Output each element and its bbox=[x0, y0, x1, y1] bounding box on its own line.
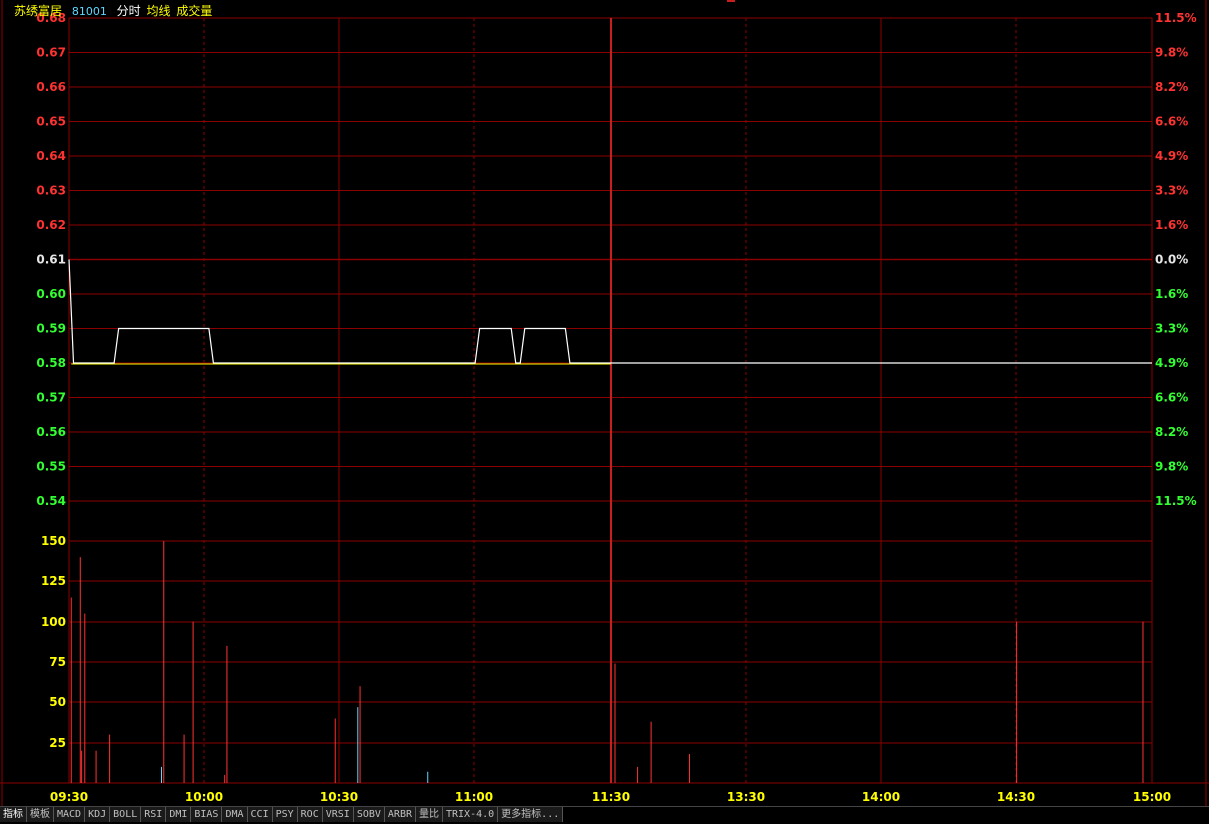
pct-tick-label: 4.9% bbox=[1155, 149, 1188, 163]
price-tick-label: 0.57 bbox=[36, 391, 66, 405]
time-tick-label: 15:00 bbox=[1133, 790, 1171, 804]
time-tick-label: 09:30 bbox=[50, 790, 88, 804]
price-tick-label: 0.63 bbox=[36, 184, 66, 198]
price-tick-label: 0.67 bbox=[36, 46, 66, 60]
indicator-tab[interactable]: MACD bbox=[54, 807, 86, 822]
price-tick-label: 0.65 bbox=[36, 115, 66, 129]
indicator-tab[interactable]: 更多指标... bbox=[498, 807, 564, 822]
volume-tick-label: 125 bbox=[41, 574, 66, 588]
indicator-tab[interactable]: 指标 bbox=[0, 807, 27, 822]
time-tick-label: 10:30 bbox=[320, 790, 358, 804]
indicator-tab[interactable]: ROC bbox=[297, 807, 323, 822]
time-tick-label: 14:00 bbox=[862, 790, 900, 804]
indicator-tab[interactable]: KDJ bbox=[85, 807, 111, 822]
volume-tick-label: 25 bbox=[49, 736, 66, 750]
top-marker bbox=[727, 0, 735, 2]
intraday-chart[interactable]: 0.68 11.5%0.67 9.8%0.66 8.2%0.65 6.6%0.64 4.9… bbox=[0, 0, 1209, 806]
indicator-tab[interactable]: SOBV bbox=[353, 807, 385, 822]
pct-tick-label: 3.3% bbox=[1155, 184, 1188, 198]
price-tick-label: 0.62 bbox=[36, 218, 66, 232]
price-tick-label: 0.58 bbox=[36, 356, 66, 370]
indicator-tab[interactable]: PSY bbox=[272, 807, 298, 822]
indicator-tab[interactable]: BIAS bbox=[191, 807, 223, 822]
price-tick-label: 0.64 bbox=[36, 149, 66, 163]
time-tick-label: 13:30 bbox=[727, 790, 765, 804]
pct-tick-label: 11.5% bbox=[1155, 11, 1197, 25]
price-tick-label: 0.54 bbox=[36, 494, 66, 508]
time-tick-label: 11:30 bbox=[592, 790, 630, 804]
chart-background bbox=[0, 0, 1209, 806]
pct-tick-label: 9.8% bbox=[1155, 460, 1188, 474]
volume-label: 成交量 bbox=[176, 4, 213, 18]
avg-line-label: 均线 bbox=[146, 4, 171, 18]
indicator-tab[interactable]: DMA bbox=[222, 807, 248, 822]
indicator-tab-bar: 指标 模板 MACD KDJ BOLL RSI DMI BIAS DMA CCI PSY ROC VRS… bbox=[0, 806, 1209, 824]
price-tick-label: 0.66 bbox=[36, 80, 66, 94]
pct-tick-label: 4.9% bbox=[1155, 356, 1188, 370]
pct-tick-label: 6.6% bbox=[1155, 115, 1188, 129]
pct-tick-label: 8.2% bbox=[1155, 80, 1188, 94]
chart-header: 苏绣富居 81001 分时 均线 成交量 bbox=[14, 2, 218, 18]
pct-tick-label: 11.5% bbox=[1155, 494, 1197, 508]
pct-tick-label: 1.6% bbox=[1155, 287, 1188, 301]
indicator-tab[interactable]: RSI bbox=[141, 807, 167, 822]
indicator-tab[interactable]: 量比 bbox=[416, 807, 443, 822]
pct-tick-label: 1.6% bbox=[1155, 218, 1188, 232]
pct-tick-label: 6.6% bbox=[1155, 391, 1188, 405]
volume-tick-label: 50 bbox=[49, 695, 66, 709]
time-tick-label: 11:00 bbox=[455, 790, 493, 804]
pct-tick-label: 9.8% bbox=[1155, 46, 1188, 60]
volume-tick-label: 75 bbox=[49, 655, 66, 669]
indicator-tab[interactable]: VRSI bbox=[322, 807, 354, 822]
indicator-tab[interactable]: ARBR bbox=[384, 807, 416, 822]
stock-name: 苏绣富居 bbox=[14, 4, 63, 18]
price-tick-label: 0.61 bbox=[36, 253, 66, 267]
indicator-tab[interactable]: DMI bbox=[166, 807, 192, 822]
chart-mode-label: 分时 bbox=[116, 4, 141, 18]
stock-code: 81001 bbox=[71, 5, 107, 18]
indicator-tab[interactable]: CCI bbox=[247, 807, 273, 822]
pct-tick-label: 0.0% bbox=[1155, 253, 1188, 267]
price-tick-label: 0.55 bbox=[36, 460, 66, 474]
volume-tick-label: 100 bbox=[41, 615, 66, 629]
volume-tick-label: 150 bbox=[41, 534, 66, 548]
time-tick-label: 10:00 bbox=[185, 790, 223, 804]
indicator-tab[interactable]: 模板 bbox=[27, 807, 54, 822]
pct-tick-label: 8.2% bbox=[1155, 425, 1188, 439]
price-tick-label: 0.59 bbox=[36, 322, 66, 336]
price-tick-label: 0.60 bbox=[36, 287, 66, 301]
time-tick-label: 14:30 bbox=[997, 790, 1035, 804]
indicator-tab[interactable]: BOLL bbox=[110, 807, 142, 822]
indicator-tab[interactable]: TRIX-4.0 bbox=[443, 807, 499, 822]
price-tick-label: 0.56 bbox=[36, 425, 66, 439]
pct-tick-label: 3.3% bbox=[1155, 322, 1188, 336]
